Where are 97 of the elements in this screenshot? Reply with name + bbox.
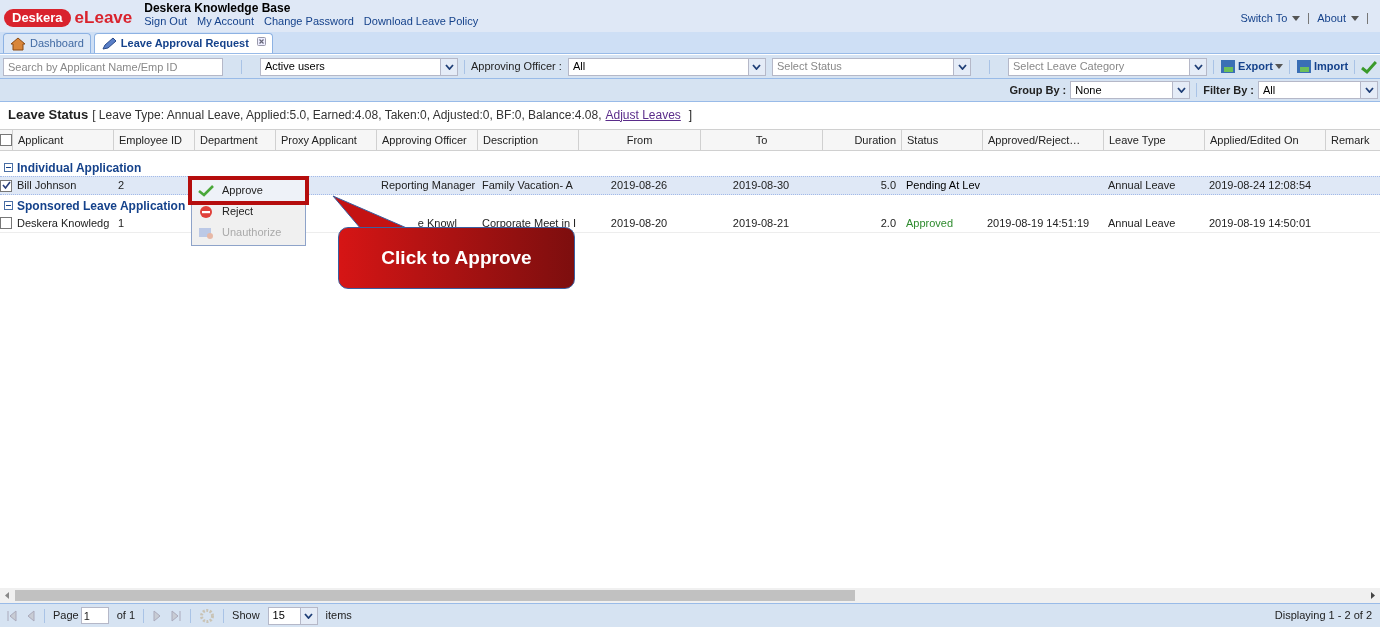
header-link[interactable]: My Account	[197, 15, 254, 28]
table-cell-text: Annual Leave	[1108, 178, 1176, 194]
column-header[interactable]: Applied/Edited On	[1205, 130, 1326, 150]
logo-badge: Deskera	[4, 8, 71, 27]
pencil-icon	[100, 36, 117, 51]
table-cell-text: Annual Leave	[1108, 215, 1176, 231]
leave-status-details: [ Leave Type: Annual Leave, Applied:5.0, Earned:4.08, Taken:0, Adjusted:0, BF:0, Balance:4.08,	[92, 106, 602, 124]
filter-by-dropdown[interactable]: All	[1258, 81, 1378, 99]
group-by-dropdown[interactable]: None	[1070, 81, 1191, 99]
caret-icon	[1274, 64, 1283, 69]
dropdown-icon	[1193, 63, 1203, 70]
dropdown-icon	[957, 63, 967, 70]
column-header[interactable]: Department	[195, 130, 276, 150]
table-cell-text: 2019-08-20	[610, 215, 668, 231]
tab[interactable]: Leave Approval Request	[93, 33, 273, 53]
checkmark-icon[interactable]	[1361, 59, 1377, 74]
table-cell-text: Approved	[906, 215, 954, 231]
checkbox[interactable]	[0, 217, 12, 229]
table-cell-text: 2019-08-26	[610, 178, 668, 194]
column-header[interactable]: Duration	[823, 130, 902, 150]
displaying-text: Displaying 1 - 2 of 2	[1274, 608, 1373, 624]
scrollbar-thumb[interactable]	[15, 590, 855, 601]
callout: Click to Approve	[338, 227, 575, 289]
header-menu[interactable]: Switch To	[1240, 10, 1301, 27]
dropdown-icon	[304, 612, 314, 619]
table-cell-text: 2019-08-19 14:50:01	[1209, 215, 1312, 231]
checkmark-icon	[198, 184, 214, 197]
card-icon	[198, 225, 214, 240]
show-label: Show	[232, 608, 260, 624]
header-link[interactable]: Change Password	[263, 15, 354, 28]
table-cell-text: 2019-08-24 12:08:54	[1209, 178, 1312, 194]
dropdown-icon	[444, 63, 454, 70]
page-size-dropdown[interactable]: 15	[267, 606, 318, 625]
import-button[interactable]: Import	[1295, 58, 1349, 75]
table-cell-text: Family Vacation- A	[482, 178, 573, 194]
column-header[interactable]: Status	[902, 130, 983, 150]
column-header[interactable]: Applicant	[13, 130, 114, 150]
table-cell-text: 2.0	[880, 215, 896, 231]
collapse-icon[interactable]	[4, 201, 13, 210]
checkbox[interactable]	[0, 179, 12, 192]
table-cell-text: Reporting Manager	[381, 178, 476, 194]
table-cell-text: Bill Johnson	[17, 178, 77, 194]
leave-status-title: Leave Status	[8, 105, 89, 124]
dropdown-icon	[1364, 87, 1374, 93]
adjust-leaves-link[interactable]: Adjust Leaves	[605, 105, 681, 124]
header-link[interactable]: Sign Out	[144, 15, 188, 28]
column-header[interactable]: Leave Type	[1104, 130, 1205, 150]
house-icon	[10, 36, 26, 51]
last-page-icon[interactable]	[170, 609, 183, 622]
column-header[interactable]: Remark	[1326, 130, 1380, 150]
users-dropdown[interactable]: Active users	[259, 57, 458, 76]
group-title: Sponsored Leave Application	[17, 197, 186, 215]
approving-officer-label: Approving Officer :	[471, 59, 562, 75]
items-label: items	[325, 608, 352, 624]
tab[interactable]: Dashboard	[3, 33, 91, 53]
export-button[interactable]: Export	[1220, 58, 1283, 75]
header-menu[interactable]: About	[1317, 10, 1359, 27]
next-page-icon[interactable]	[152, 609, 163, 622]
table-cell-text: 5.0	[880, 178, 896, 194]
close-icon[interactable]	[256, 37, 266, 46]
bracket-text: ]	[688, 106, 693, 124]
column-header[interactable]: Description	[478, 130, 579, 150]
leave-category-dropdown[interactable]: Select Leave Category	[1008, 57, 1208, 76]
page-count: of 1	[116, 608, 136, 624]
collapse-icon[interactable]	[4, 163, 13, 172]
table-cell-text: Deskera Knowledg	[17, 215, 110, 231]
status-dropdown[interactable]: Select Status	[771, 57, 972, 76]
column-header[interactable]: Approving Officer	[377, 130, 478, 150]
dropdown-icon	[1176, 87, 1186, 93]
table-cell-text: 2019-08-19 14:51:19	[987, 215, 1090, 231]
group-by-label: Group By :	[1009, 82, 1067, 98]
first-page-icon[interactable]	[6, 609, 18, 622]
minus-circle-icon	[198, 204, 214, 219]
table-cell-text: Pending At Lev	[906, 178, 980, 194]
table-cell-text: 2	[118, 178, 125, 194]
column-header[interactable]: From	[579, 130, 701, 150]
filter-by-label: Filter By :	[1203, 82, 1254, 98]
table-cell-text: 2019-08-21	[732, 215, 790, 231]
header-link[interactable]: Download Leave Policy	[363, 15, 479, 28]
group-title: Individual Application	[17, 159, 142, 177]
page-field[interactable]: 1	[80, 607, 109, 624]
column-header[interactable]: Employee ID	[114, 130, 195, 150]
previous-page-icon[interactable]	[26, 609, 36, 622]
search-field[interactable]: Search by Applicant Name/Emp ID	[3, 57, 223, 76]
checkbox[interactable]	[0, 134, 12, 146]
column-header[interactable]: Approved/Reject…	[983, 130, 1104, 150]
page-label: Page	[53, 608, 79, 624]
app-logo-text: eLeave	[74, 7, 133, 29]
column-header[interactable]: To	[701, 130, 823, 150]
caret-icon	[1351, 15, 1359, 21]
dropdown-icon	[752, 63, 762, 70]
approving-officer-dropdown[interactable]: All	[567, 57, 766, 76]
column-header[interactable]: Proxy Applicant	[276, 130, 377, 150]
caret-icon	[1292, 15, 1301, 21]
table-cell-text: 2019-08-30	[732, 178, 790, 194]
table-cell-text: 1	[118, 215, 125, 231]
company-name: Deskera Knowledge Base	[144, 2, 292, 15]
